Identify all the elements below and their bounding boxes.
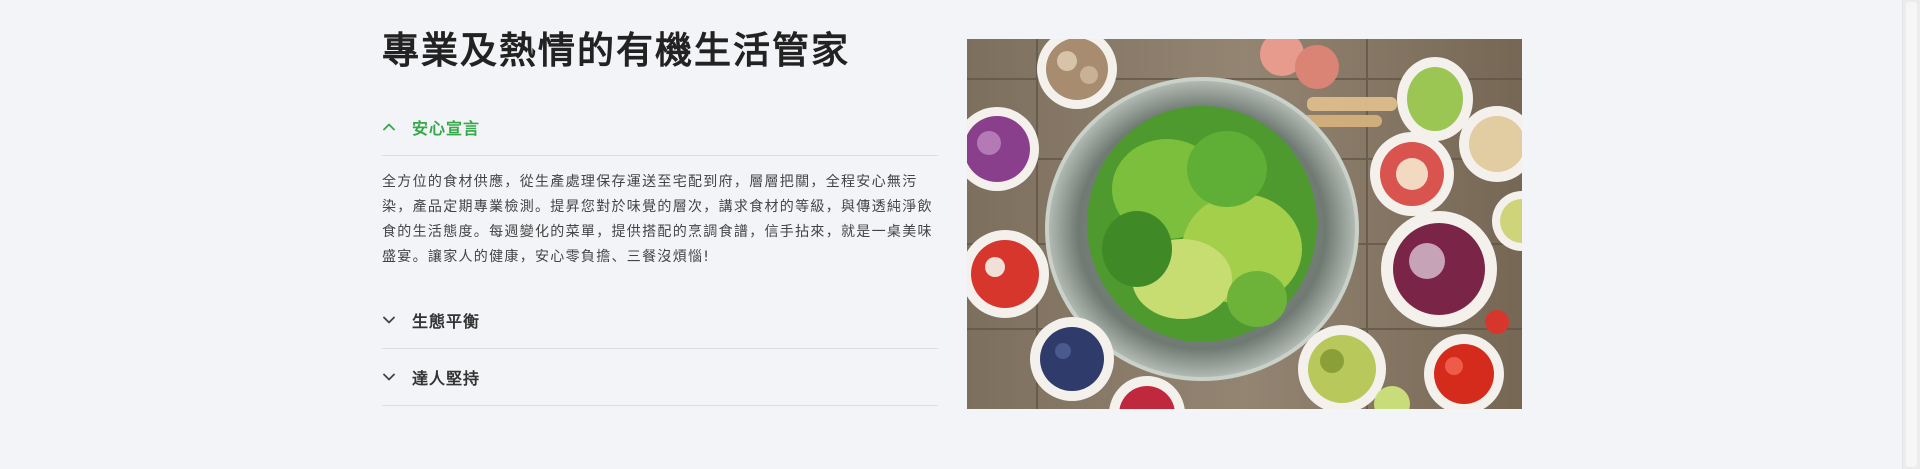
about-section: 專業及熱情的有機生活管家 安心宣言 全方位的食材供應，從生產處理保存運送至宅配到…	[382, 0, 1522, 469]
accordion-header-shengtai[interactable]: 生態平衡	[382, 292, 938, 348]
accordion-item-shengtai: 生態平衡	[382, 292, 938, 349]
accordion-item-daren: 達人堅持	[382, 349, 938, 406]
accordion-header-anxin[interactable]: 安心宣言	[382, 99, 938, 155]
accordion-item-anxin: 安心宣言 全方位的食材供應，從生產處理保存運送至宅配到府，層層把關，全程安心無污…	[382, 99, 938, 270]
salad-photo	[967, 39, 1522, 409]
chevron-down-icon	[382, 313, 396, 327]
accordion-label: 生態平衡	[412, 312, 481, 331]
accordion-label: 達人堅持	[412, 369, 481, 388]
section-title: 專業及熱情的有機生活管家	[382, 29, 850, 72]
chevron-down-icon	[382, 370, 396, 384]
page-scrollbar[interactable]	[1902, 0, 1920, 469]
accordion-label: 安心宣言	[412, 119, 481, 138]
chevron-up-icon	[382, 120, 396, 134]
accordion-divider	[382, 405, 938, 406]
accordion-body-text: 全方位的食材供應，從生產處理保存運送至宅配到府，層層把關，全程安心無污染，產品定…	[382, 174, 933, 265]
accordion-header-daren[interactable]: 達人堅持	[382, 349, 938, 405]
scrollbar-thumb[interactable]	[1906, 2, 1917, 467]
